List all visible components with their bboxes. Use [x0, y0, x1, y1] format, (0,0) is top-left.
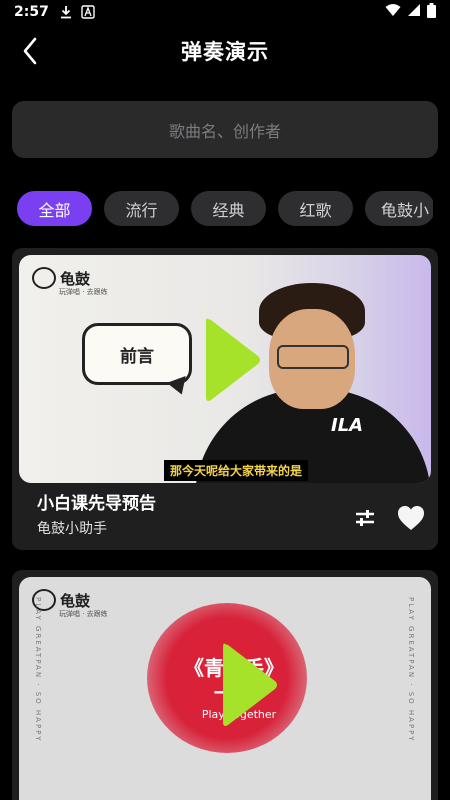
tab-red-songs[interactable]: 红歌 — [278, 191, 353, 226]
play-icon[interactable] — [202, 315, 262, 405]
logo-mark-icon — [32, 267, 56, 289]
video-thumbnail[interactable]: 龟鼓 玩弹唱 · 去跟练 PLAY GREATPAN · SO HAPPY PL… — [19, 577, 431, 800]
logo-tagline: 玩弹唱 · 去跟练 — [59, 610, 108, 618]
adjust-button[interactable] — [350, 503, 380, 533]
favorite-button[interactable] — [396, 503, 426, 533]
font-icon — [81, 5, 95, 19]
back-arrow-icon — [23, 37, 37, 65]
page-title: 弹奏演示 — [181, 40, 269, 64]
signal-icon — [407, 3, 421, 21]
status-icons — [385, 2, 436, 22]
video-card[interactable]: 龟鼓 玩弹唱 · 去跟练 PLAY GREATPAN · SO HAPPY PL… — [12, 570, 438, 800]
status-bar: 2:57 — [0, 0, 450, 24]
video-author: 龟鼓小助手 — [37, 521, 107, 537]
search-input[interactable]: 歌曲名、创作者 — [12, 101, 438, 158]
speech-bubble: 前言 — [82, 323, 192, 385]
logo-tagline: 玩弹唱 · 去跟练 — [59, 288, 108, 296]
tab-all[interactable]: 全部 — [17, 191, 92, 226]
tab-classic[interactable]: 经典 — [191, 191, 266, 226]
battery-icon — [427, 2, 436, 22]
header: 弹奏演示 — [0, 26, 450, 76]
status-time: 2:57 — [14, 4, 49, 20]
side-caption-right: PLAY GREATPAN · SO HAPPY — [407, 597, 415, 743]
video-card[interactable]: 龟鼓 玩弹唱 · 去跟练 前言 ILA 那今天呢给大家带来的是 小白课先导预告 … — [12, 248, 438, 550]
search-placeholder: 歌曲名、创作者 — [168, 121, 281, 141]
video-title: 小白课先导预告 — [37, 494, 156, 514]
category-tabs: 全部 流行 经典 红歌 龟鼓小 — [17, 191, 433, 227]
tab-pop[interactable]: 流行 — [104, 191, 179, 226]
play-icon[interactable] — [219, 640, 279, 730]
tab-guigu[interactable]: 龟鼓小 — [365, 191, 433, 226]
back-button[interactable] — [14, 34, 46, 68]
side-caption-left: PLAY GREATPAN · SO HAPPY — [34, 597, 42, 743]
wifi-icon — [385, 3, 401, 21]
video-thumbnail[interactable]: 龟鼓 玩弹唱 · 去跟练 前言 ILA 那今天呢给大家带来的是 — [19, 255, 431, 483]
brand-logo: 龟鼓 — [32, 267, 90, 289]
adjust-icon — [356, 510, 374, 526]
download-icon — [59, 5, 73, 19]
shirt-text: ILA — [331, 415, 364, 436]
video-subtitle: 那今天呢给大家带来的是 — [164, 460, 309, 481]
heart-icon — [398, 506, 424, 530]
